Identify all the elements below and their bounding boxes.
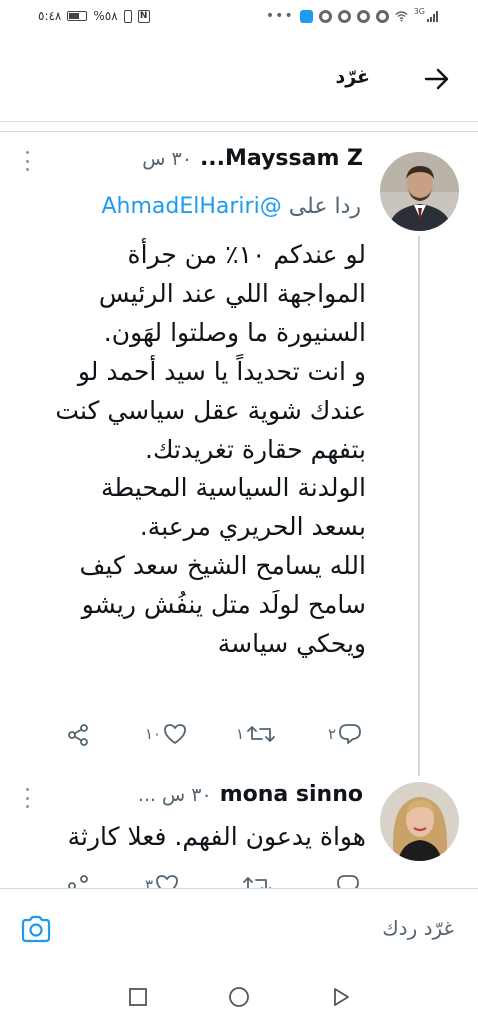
share-icon [68,875,88,888]
more-options-icon[interactable] [23,788,31,808]
tweet-mona[interactable]: mona sinno ٣٠ س ... هواة يدعون الفهم. فع… [0,0,478,888]
tweet-header: mona sinno ٣٠ س ... [138,782,363,807]
heart-icon [156,875,178,888]
camera-icon[interactable] [20,914,52,944]
avatar-image [380,782,459,861]
recent-apps-icon[interactable] [127,986,149,1008]
tweet-text: هواة يدعون الفهم. فعلا كارثة [68,818,366,857]
system-nav-bar [0,971,478,1024]
back-nav-icon[interactable] [330,986,352,1008]
retweet-action[interactable] [242,874,272,888]
reply-input[interactable]: غرّد ردك [382,916,454,940]
tweet-time: ٣٠ س ... [137,783,212,806]
avatar[interactable] [380,782,459,861]
like-action[interactable]: ٣ [145,874,179,888]
reply-action[interactable] [336,874,360,888]
reply-composer[interactable]: غرّد ردك [0,889,478,971]
reply-icon [337,875,359,888]
tweet-line: هواة يدعون الفهم. فعلا كارثة [67,822,366,851]
retweet-icon [243,877,271,888]
tweet-actions: ٣ [0,874,478,888]
like-count: ٣ [145,876,154,888]
author-name[interactable]: mona sinno [220,782,363,807]
share-action[interactable] [66,874,90,888]
home-icon[interactable] [228,986,250,1008]
